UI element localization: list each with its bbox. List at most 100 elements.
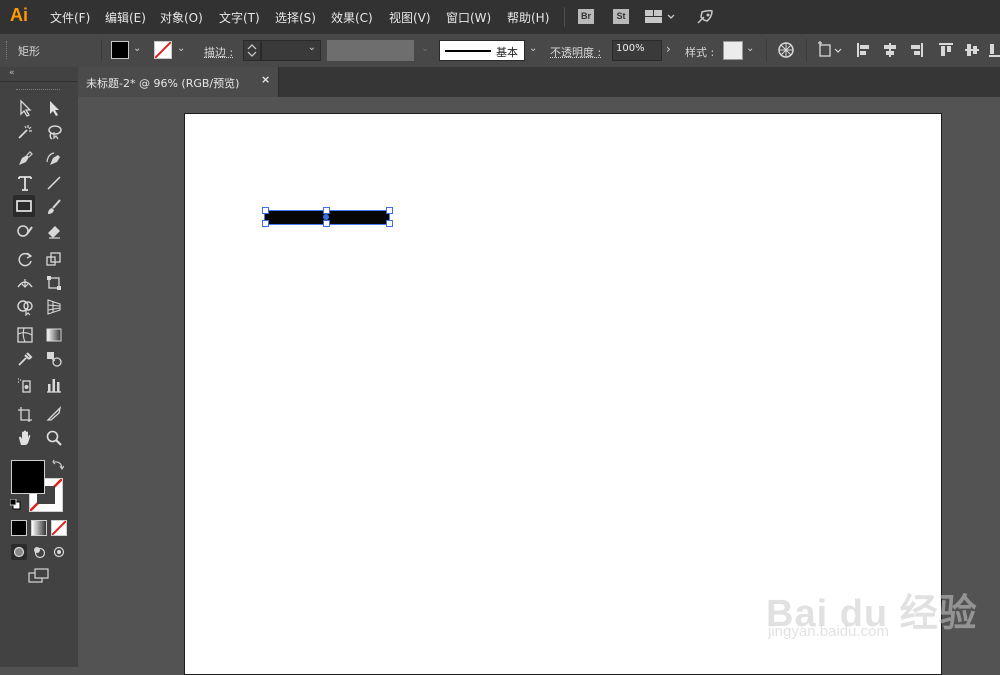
fill-swatch[interactable] <box>111 41 129 59</box>
gradient-mode-button[interactable] <box>31 520 47 536</box>
align-top-button[interactable] <box>938 42 954 61</box>
document-tab-bar: 未标题-2* @ 96% (RGB/预览) × <box>78 67 1000 97</box>
stroke-weight-stepper[interactable] <box>243 40 261 61</box>
menu-bar: Ai 文件(F) 编辑(E) 对象(O) 文字(T) 选择(S) 效果(C) 视… <box>0 0 1000 34</box>
baidu-watermark: Bai du 经验 jingyan.baidu.com <box>766 582 978 640</box>
align-vertical-center-button[interactable] <box>964 42 980 61</box>
stroke-weight-input[interactable]: ⌄ <box>261 40 321 61</box>
menu-type[interactable]: 文字(T) <box>219 9 260 26</box>
rocket-icon <box>697 9 713 24</box>
workspace-switcher-button[interactable] <box>645 10 675 27</box>
menu-file[interactable]: 文件(F) <box>50 9 90 26</box>
gradient-tool[interactable] <box>43 324 65 346</box>
close-tab-icon[interactable]: × <box>261 73 270 86</box>
graphic-style-swatch[interactable] <box>723 41 743 60</box>
menu-object[interactable]: 对象(O) <box>160 9 203 26</box>
align-bottom-button[interactable] <box>988 42 1000 61</box>
brush-dropdown-icon[interactable]: ⌄ <box>529 43 537 54</box>
tools-panel: « <box>0 67 78 667</box>
align-horizontal-center-button[interactable] <box>882 42 898 61</box>
align-right-button[interactable] <box>908 42 924 61</box>
magic-wand-tool[interactable] <box>14 121 36 143</box>
draw-inside-button[interactable] <box>51 544 67 563</box>
menu-select[interactable]: 选择(S) <box>275 9 316 26</box>
selection-tool[interactable] <box>14 97 36 119</box>
control-bar-grip[interactable] <box>6 41 10 59</box>
eyedropper-tool[interactable] <box>14 348 36 370</box>
panel-grip[interactable] <box>16 89 60 93</box>
pen-tool[interactable] <box>14 148 36 170</box>
brush-definition-select[interactable]: 基本 <box>439 40 525 61</box>
color-mode-button[interactable] <box>11 520 27 536</box>
document-tab[interactable]: 未标题-2* @ 96% (RGB/预览) × <box>78 67 279 97</box>
scale-tool[interactable] <box>43 248 65 270</box>
swap-fill-stroke-button[interactable] <box>52 459 65 474</box>
selection-handle-bottom-center[interactable] <box>323 220 330 227</box>
rotate-tool[interactable] <box>14 248 36 270</box>
swap-arrows-icon <box>52 459 65 470</box>
curvature-tool[interactable] <box>43 148 65 170</box>
variable-width-dropdown-icon[interactable]: ⌄ <box>421 43 429 54</box>
stock-button[interactable]: St <box>613 9 629 24</box>
menu-view[interactable]: 视图(V) <box>389 9 431 26</box>
stepper-arrows-icon <box>247 44 257 57</box>
transform-options-button[interactable] <box>817 41 843 62</box>
color-wheel-icon <box>778 42 794 58</box>
opacity-input[interactable]: 100% <box>612 40 662 61</box>
default-fill-stroke-button[interactable] <box>9 498 21 513</box>
selection-handle-top-left[interactable] <box>262 207 269 214</box>
width-tool[interactable] <box>14 272 36 294</box>
stroke-swatch[interactable] <box>154 41 172 59</box>
collapse-panel-icon[interactable]: « <box>9 68 15 78</box>
selection-handle-top-center[interactable] <box>323 207 330 214</box>
draw-normal-button[interactable] <box>11 544 27 560</box>
gpu-performance-button[interactable] <box>695 8 715 29</box>
none-mode-button[interactable] <box>51 520 67 536</box>
eraser-tool[interactable] <box>43 220 65 242</box>
style-dropdown-icon[interactable]: ⌄ <box>746 43 754 54</box>
opacity-label[interactable]: 不透明度 : <box>550 44 601 60</box>
slice-tool[interactable] <box>43 403 65 425</box>
selection-center-point[interactable] <box>323 214 329 220</box>
direct-selection-tool[interactable] <box>43 97 65 119</box>
menu-divider <box>564 7 565 27</box>
line-segment-tool[interactable] <box>43 172 65 194</box>
hand-tool[interactable] <box>14 427 36 449</box>
selection-handle-top-right[interactable] <box>386 207 393 214</box>
blend-tool[interactable] <box>43 348 65 370</box>
change-screen-mode-button[interactable] <box>28 568 50 587</box>
column-graph-tool[interactable] <box>43 374 65 396</box>
symbol-sprayer-tool[interactable] <box>14 374 36 396</box>
rectangle-tool[interactable] <box>13 195 35 217</box>
paintbrush-tool[interactable] <box>43 196 65 218</box>
lasso-tool[interactable] <box>43 121 65 143</box>
menu-edit[interactable]: 编辑(E) <box>105 9 146 26</box>
selection-handle-bottom-right[interactable] <box>386 220 393 227</box>
type-tool[interactable] <box>14 172 36 194</box>
artboard-tool[interactable] <box>14 403 36 425</box>
draw-normal-icon <box>13 546 25 558</box>
zoom-tool[interactable] <box>43 427 65 449</box>
variable-width-profile[interactable] <box>327 40 414 61</box>
bridge-button[interactable]: Br <box>578 9 594 24</box>
shape-builder-tool[interactable] <box>14 296 36 318</box>
opacity-arrow-icon[interactable]: › <box>666 42 671 56</box>
free-transform-tool[interactable] <box>43 272 65 294</box>
none-color-icon <box>51 520 67 536</box>
draw-behind-button[interactable] <box>31 544 47 563</box>
fill-dropdown-icon[interactable]: ⌄ <box>133 43 141 54</box>
stroke-dropdown-icon[interactable]: ⌄ <box>177 43 185 54</box>
menu-help[interactable]: 帮助(H) <box>507 9 549 26</box>
recolor-artwork-button[interactable] <box>777 41 795 62</box>
menu-window[interactable]: 窗口(W) <box>446 9 491 26</box>
eyedropper-icon <box>18 352 33 366</box>
fill-color-box[interactable] <box>11 460 45 494</box>
brush-stroke-preview <box>445 50 491 52</box>
stroke-label[interactable]: 描边 : <box>204 44 233 60</box>
align-left-button[interactable] <box>856 42 872 61</box>
shaper-tool[interactable] <box>14 220 36 242</box>
selection-handle-bottom-left[interactable] <box>262 220 269 227</box>
perspective-grid-tool[interactable] <box>43 296 65 318</box>
mesh-tool[interactable] <box>14 324 36 346</box>
menu-effect[interactable]: 效果(C) <box>331 9 373 26</box>
